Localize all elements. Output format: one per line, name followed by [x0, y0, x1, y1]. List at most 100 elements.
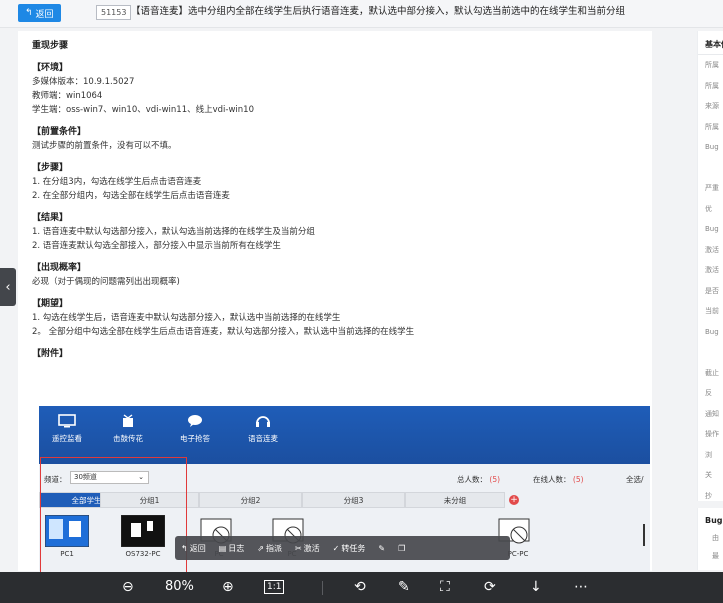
field-label: 是否	[705, 286, 719, 295]
headset-icon	[256, 416, 270, 427]
zoom-out-icon[interactable]: ⊖	[122, 578, 134, 596]
float-back-button[interactable]: ↰ 返回	[181, 543, 206, 554]
to-task-button[interactable]: ✓ 转任务	[333, 543, 366, 554]
field-label: 抄	[705, 491, 712, 500]
pre-line: 测试步骤的前置条件，没有可以不填。	[32, 141, 177, 151]
tab-group2[interactable]: 分组2	[199, 492, 302, 508]
probability-line: 必现（对于偶现的问题需列出出现概率)	[32, 277, 180, 287]
edit-icon: ✎	[378, 543, 386, 553]
select-all-label[interactable]: 全选/	[626, 474, 644, 485]
attachment-toolbar: 遥控监看 击鼓传花 电子抢答 语音连麦	[39, 406, 650, 464]
top-bar: ↰ 返回 51153 【语音连麦】选中分组内全部在线学生后执行语音连麦，默认选中…	[0, 0, 723, 28]
field-label: 操作	[705, 430, 719, 438]
field-label	[698, 158, 723, 179]
drum-icon	[123, 414, 133, 427]
step-line: 1. 在分组3内，勾选在线学生后点击语音连麦	[32, 177, 202, 187]
env-title: 【环境】	[32, 63, 69, 73]
online-count: 在线人数： (5)	[533, 474, 584, 485]
zoom-level: 80%	[165, 579, 194, 594]
env-line: 多媒体版本：10.9.1.5027	[32, 77, 135, 87]
field-label: 浏	[705, 450, 712, 459]
rotate-left-icon[interactable]: ⟲	[354, 578, 366, 596]
tool-label: 遥控监看	[52, 434, 82, 443]
field-label: 通知	[705, 409, 719, 418]
back-button[interactable]: ↰ 返回	[18, 4, 61, 22]
online-value: (5)	[572, 475, 584, 484]
field-label: 严重	[705, 184, 719, 192]
history-item: 最	[712, 552, 719, 560]
floating-action-bar: ↰ 返回 ▤ 日志 ⇗ 指派 ✂ 激活 ✓ 转任务 ✎ ❐	[175, 536, 510, 560]
field-label: 所属	[705, 122, 719, 131]
result-title: 【结果】	[32, 213, 69, 223]
field-label: 反	[705, 389, 712, 397]
highlight-frame	[40, 457, 187, 572]
zoom-in-icon[interactable]: ⊕	[222, 578, 234, 596]
check-icon: ✓	[332, 543, 340, 553]
to-task-label: 转任务	[341, 543, 366, 553]
field-label: 所属	[705, 61, 719, 69]
bug-history-panel: Bug 由 最	[697, 508, 723, 570]
previous-image-button[interactable]: ‹	[0, 268, 16, 306]
probability-title: 【出现概率】	[32, 263, 87, 273]
field-label: Bug	[705, 225, 719, 233]
student-thumb-partial	[643, 524, 645, 546]
chevron-left-icon: ‹	[5, 279, 11, 295]
result-line: 2. 语音连麦默认勾选全部接入，部分接入中显示当前所有在线学生	[32, 241, 281, 251]
activate-label: 激活	[303, 543, 320, 553]
expect-line: 2。 全部分组中勾选全部在线学生后点击语音连麦，默认勾选部分接入，默认选中当前选…	[32, 327, 415, 337]
assign-label: 指派	[265, 543, 282, 553]
field-label: 来源	[705, 102, 719, 110]
rotate-right-icon[interactable]: ⟳	[484, 578, 496, 596]
pencil-icon[interactable]: ✎	[398, 578, 410, 596]
log-button[interactable]: ▤ 日志	[219, 543, 245, 554]
repro-steps: 重现步骤 【环境】 多媒体版本：10.9.1.5027 教师端：win1064 …	[32, 39, 642, 361]
image-viewer-toolbar: ⊖ 80% ⊕ 1:1 ⟲ ✎ ⛶ ⟳ ↓ ⋯	[0, 572, 723, 603]
copy-icon: ❐	[398, 543, 406, 553]
download-icon[interactable]: ↓	[530, 578, 542, 596]
history-item: 由	[712, 534, 719, 542]
total-label: 总人数：	[457, 475, 487, 484]
log-icon: ▤	[218, 543, 227, 553]
field-label: 激活	[705, 266, 719, 274]
monitor-icon	[58, 414, 76, 428]
expect-line: 1. 勾选在线学生后，语音连麦中默认勾选部分接入，默认选中当前选择的在线学生	[32, 313, 341, 323]
tool-label: 电子抢答	[180, 434, 210, 443]
expect-title: 【期望】	[32, 299, 69, 309]
activate-button[interactable]: ✂ 激活	[295, 543, 320, 554]
field-label: Bug	[705, 327, 719, 336]
activate-icon: ✂	[294, 543, 302, 553]
tool-pass-flower: 击鼓传花	[98, 414, 158, 444]
float-back-label: 返回	[189, 543, 206, 553]
step-line: 2. 在全部分组内，勾选全部在线学生后点击语音连麦	[32, 191, 230, 201]
field-label: 所属	[705, 81, 719, 90]
assign-button[interactable]: ⇗ 指派	[257, 543, 282, 554]
steps-title: 【步骤】	[32, 163, 69, 173]
field-label: 当前	[705, 307, 719, 315]
bug-history-title: Bug	[705, 516, 723, 525]
env-line: 教师端：win1064	[32, 91, 103, 101]
basic-info-title: 基本信	[698, 31, 723, 55]
viewer-divider	[322, 581, 323, 595]
tool-voice-link: 语音连麦	[233, 414, 293, 444]
section-heading: 重现步骤	[32, 41, 69, 51]
assign-icon: ⇗	[257, 543, 264, 553]
tool-quick-answer: 电子抢答	[165, 414, 225, 444]
online-label: 在线人数：	[533, 475, 571, 484]
add-group-icon[interactable]: +	[509, 495, 519, 505]
ocr-icon[interactable]: ⛶	[440, 578, 450, 596]
bug-title: 【语音连麦】选中分组内全部在线学生后执行语音连麦，默认选中部分接入，默认勾选当前…	[131, 6, 626, 17]
actual-size-button[interactable]: 1:1	[264, 580, 285, 594]
more-icon[interactable]: ⋯	[574, 578, 588, 596]
field-label: 激活	[705, 245, 719, 254]
back-button-label: 返回	[35, 9, 54, 20]
tool-remote-view: 遥控监看	[39, 414, 97, 444]
bug-id-badge: 51153	[96, 5, 132, 20]
total-count: 总人数： (5)	[457, 474, 500, 485]
tool-label: 击鼓传花	[113, 434, 143, 443]
tab-group3[interactable]: 分组3	[302, 492, 405, 508]
copy-button[interactable]: ❐	[398, 544, 405, 553]
tool-label: 语音连麦	[248, 434, 278, 443]
tab-ungrouped[interactable]: 未分组	[405, 492, 505, 508]
total-value: (5)	[489, 475, 501, 484]
edit-button[interactable]: ✎	[378, 544, 385, 553]
